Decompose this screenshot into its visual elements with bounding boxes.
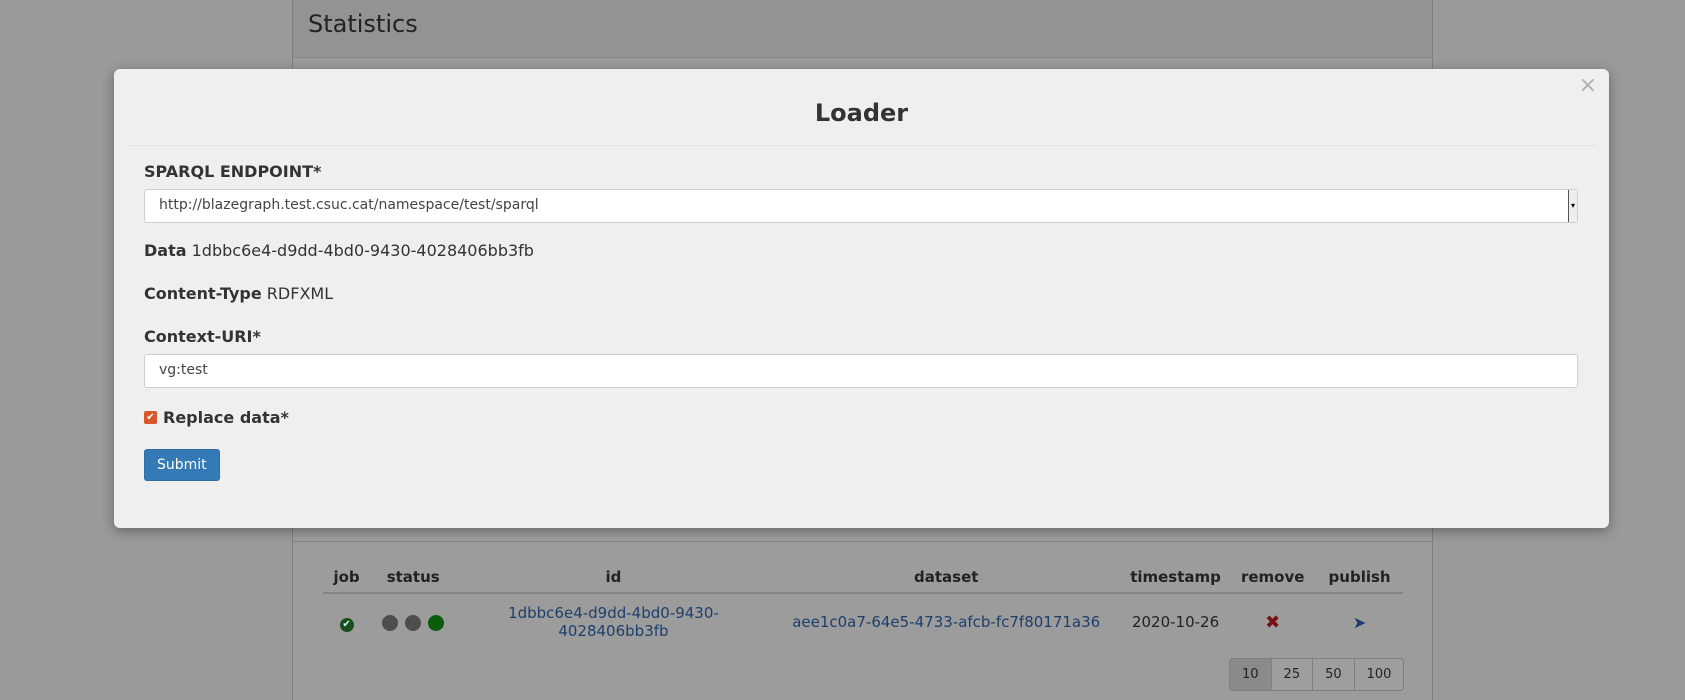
modal-title: Loader: [814, 99, 909, 127]
sparql-endpoint-value: http://blazegraph.test.csuc.cat/namespac…: [159, 197, 539, 213]
content-type-info: Content-Type RDFXML: [144, 284, 1579, 303]
submit-button[interactable]: Submit: [144, 449, 220, 481]
id-cell: 1dbbc6e4-d9dd-4bd0-9430-4028406bb3fb: [456, 593, 770, 650]
panel-title: Statistics: [308, 10, 418, 38]
page-size-100[interactable]: 100: [1353, 658, 1405, 691]
replace-data-row: ✔ Replace data*: [144, 408, 1579, 427]
dataset-link[interactable]: aee1c0a7-64e5-4733-afcb-fc7f80171a36: [792, 613, 1100, 631]
replace-data-checkbox[interactable]: ✔: [144, 411, 157, 424]
replace-data-label: Replace data*: [163, 408, 289, 427]
data-info: Data 1dbbc6e4-d9dd-4bd0-9430-4028406bb3f…: [144, 241, 1579, 260]
sparql-endpoint-label: SPARQL ENDPOINT*: [144, 162, 322, 181]
status-dot-gray-icon: [382, 614, 399, 631]
table-row: ✔ 1dbbc6e4-d9dd-4bd0-9430-4028406bb3fb a…: [323, 593, 1403, 650]
data-label: Data: [144, 241, 187, 260]
timestamp-cell: 2020-10-26: [1131, 613, 1220, 631]
status-dot-gray-icon: [405, 614, 422, 631]
column-header-dataset[interactable]: dataset: [770, 562, 1122, 594]
status-cell: [370, 593, 456, 650]
check-circle-icon: ✔: [339, 617, 354, 632]
remove-x-icon[interactable]: ✖: [1265, 612, 1280, 633]
pagination: 10 25 50 100: [1229, 658, 1405, 691]
content-type-value: RDFXML: [266, 284, 334, 303]
page-size-10[interactable]: 10: [1229, 658, 1272, 691]
job-id-link[interactable]: 1dbbc6e4-d9dd-4bd0-9430-4028406bb3fb: [508, 604, 719, 640]
status-dot-green-icon: [427, 614, 444, 631]
modal-body: SPARQL ENDPOINT* http://blazegraph.test.…: [114, 146, 1609, 481]
column-header-status[interactable]: status: [370, 562, 457, 594]
content-type-label: Content-Type: [144, 284, 262, 303]
column-header-timestamp[interactable]: timestamp: [1121, 562, 1230, 594]
send-icon[interactable]: ➤: [1353, 613, 1366, 632]
context-uri-label: Context-URI*: [144, 327, 261, 346]
divider: [293, 541, 1432, 542]
column-header-id[interactable]: id: [456, 562, 771, 594]
column-header-remove[interactable]: remove: [1229, 562, 1317, 594]
context-uri-value: vg:test: [159, 362, 208, 378]
jobs-table: job status id dataset timestamp remove p…: [323, 562, 1403, 650]
panel-header: Statistics: [293, 0, 1432, 58]
remove-cell: ✖: [1229, 593, 1316, 650]
column-header-job[interactable]: job: [323, 562, 371, 594]
table-header-row: job status id dataset timestamp remove p…: [323, 562, 1403, 594]
context-uri-input[interactable]: vg:test: [144, 354, 1578, 388]
loader-modal: × Loader SPARQL ENDPOINT* http://blazegr…: [114, 69, 1609, 528]
publish-cell: ➤: [1316, 593, 1403, 650]
sparql-endpoint-select[interactable]: http://blazegraph.test.csuc.cat/namespac…: [144, 189, 1578, 223]
page-size-50[interactable]: 50: [1312, 658, 1355, 691]
job-cell: ✔: [323, 593, 370, 650]
close-icon[interactable]: ×: [1579, 73, 1597, 98]
dataset-cell: aee1c0a7-64e5-4733-afcb-fc7f80171a36: [771, 593, 1122, 650]
page-size-25[interactable]: 25: [1270, 658, 1314, 691]
column-header-publish[interactable]: publish: [1316, 562, 1403, 594]
data-value: 1dbbc6e4-d9dd-4bd0-9430-4028406bb3fb: [191, 241, 534, 260]
dropdown-arrow-icon[interactable]: ▾: [1568, 190, 1577, 222]
